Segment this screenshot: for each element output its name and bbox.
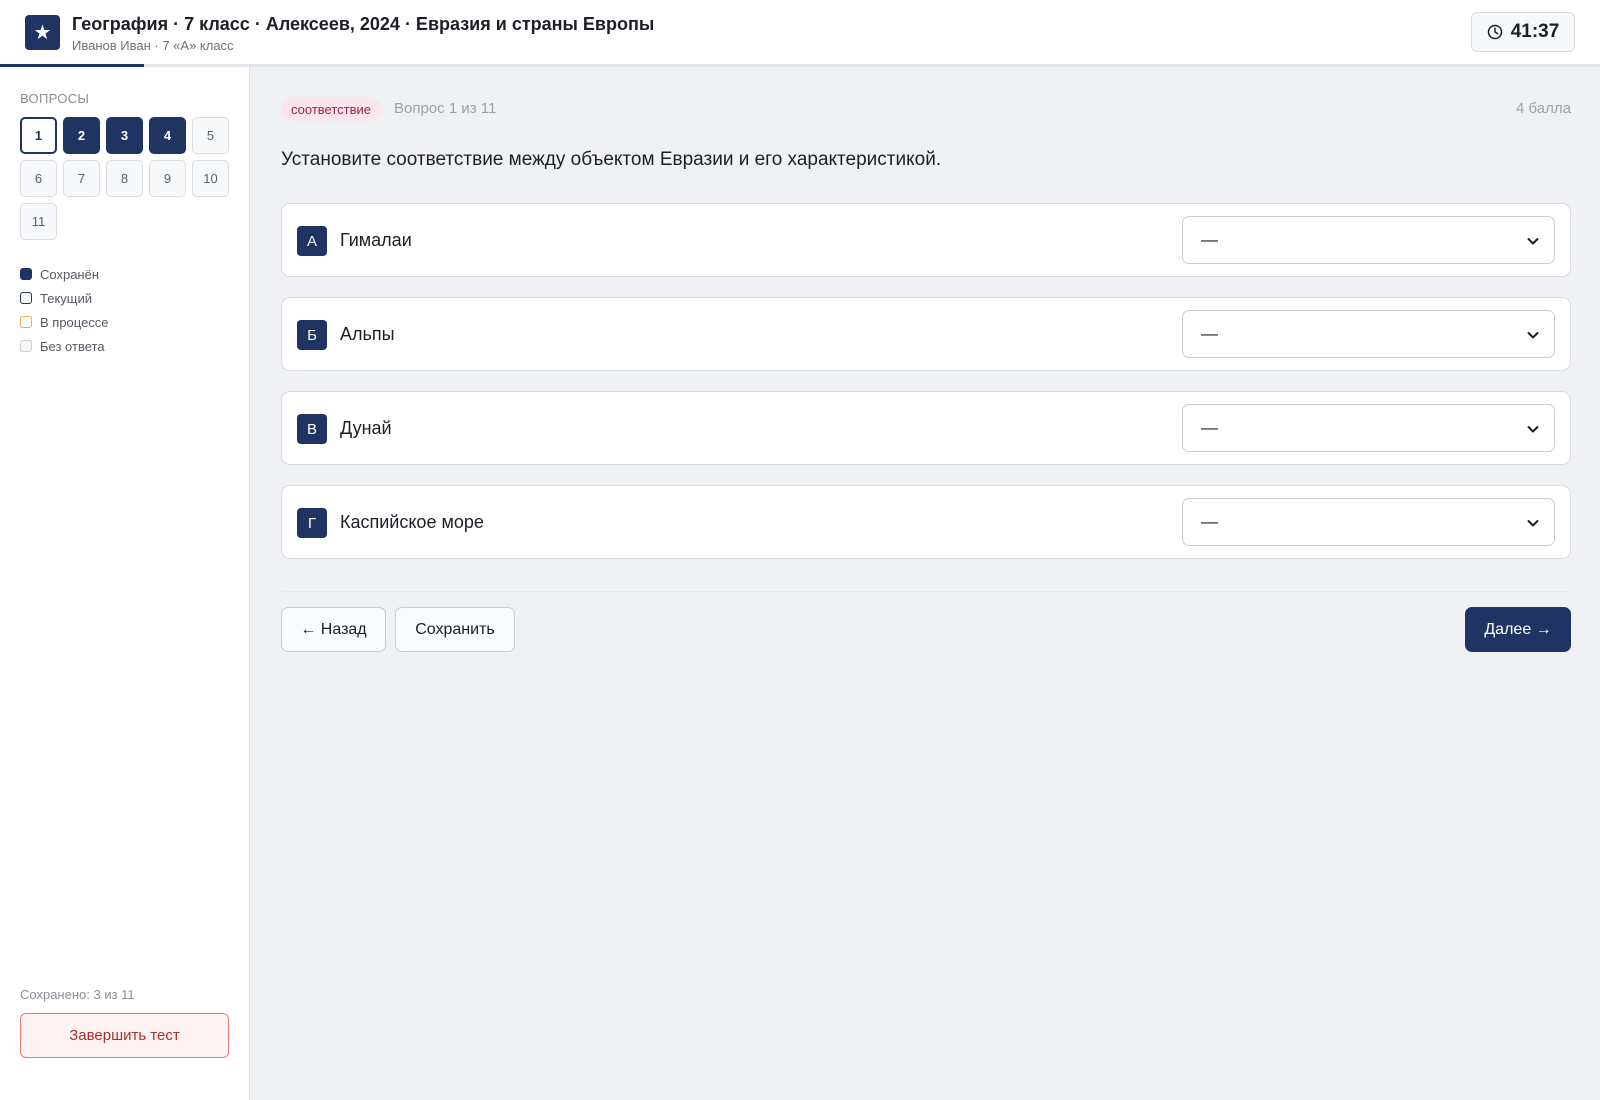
student-info: Иванов Иван · 7 «А» класс <box>72 38 234 53</box>
nav-divider <box>281 591 1571 592</box>
match-row: А Гималаи — <box>281 203 1571 277</box>
select-value: — <box>1201 418 1218 437</box>
legend-saved-label: Сохранён <box>40 266 100 282</box>
match-item-label: Каспийское море <box>340 512 484 532</box>
legend-in-progress-label: В процессе <box>40 314 109 330</box>
question-grid: 1 2 3 4 5 6 7 8 9 10 11 <box>20 117 235 240</box>
question-nav-10[interactable]: 10 <box>192 160 229 197</box>
match-row: Б Альпы — <box>281 297 1571 371</box>
select-value: — <box>1201 512 1218 531</box>
test-title: География · 7 класс · Алексеев, 2024 · Е… <box>72 14 655 34</box>
match-select[interactable]: — <box>1182 498 1555 546</box>
legend-in-progress-swatch <box>20 316 32 328</box>
question-nav-3[interactable]: 3 <box>106 117 143 154</box>
select-value: — <box>1201 230 1218 249</box>
back-button[interactable]: ← Назад <box>281 607 386 652</box>
chevron-down-icon <box>1527 520 1539 527</box>
chevron-down-icon <box>1527 426 1539 433</box>
question-nav-11[interactable]: 11 <box>20 203 57 240</box>
clock-icon <box>1487 24 1502 40</box>
question-nav-5[interactable]: 5 <box>192 117 229 154</box>
sidebar-heading: Вопросы <box>20 91 90 106</box>
saved-count: Сохранено: 3 из 11 <box>20 987 135 1002</box>
legend-in-progress: В процессе <box>20 310 109 334</box>
match-letter: Б <box>297 320 327 350</box>
match-letter: В <box>297 414 327 444</box>
match-select[interactable]: — <box>1182 310 1555 358</box>
match-select[interactable]: — <box>1182 404 1555 452</box>
legend-current-label: Текущий <box>40 290 92 306</box>
question-nav-4[interactable]: 4 <box>149 117 186 154</box>
match-letter: А <box>297 226 327 256</box>
legend-current-swatch <box>20 292 32 304</box>
match-item-label: Гималаи <box>340 230 412 250</box>
match-list: А Гималаи — Б Альпы — В Дунай — Г Каспий… <box>281 203 1571 579</box>
select-value: — <box>1201 324 1218 343</box>
chevron-down-icon <box>1527 238 1539 245</box>
question-number: Вопрос 1 из 11 <box>394 100 497 117</box>
legend-empty-swatch <box>20 340 32 352</box>
question-nav-9[interactable]: 9 <box>149 160 186 197</box>
next-button[interactable]: Далее → <box>1465 607 1571 652</box>
match-item-label: Альпы <box>340 324 395 344</box>
legend-empty-label: Без ответа <box>40 338 105 354</box>
legend-saved: Сохранён <box>20 262 109 286</box>
question-nav-7[interactable]: 7 <box>63 160 100 197</box>
question-nav-8[interactable]: 8 <box>106 160 143 197</box>
finish-test-button[interactable]: Завершить тест <box>20 1013 229 1058</box>
question-sidebar: Вопросы 1 2 3 4 5 6 7 8 9 10 11 Сохранён Текущий В… <box>0 67 250 1100</box>
question-nav-1[interactable]: 1 <box>20 117 57 154</box>
question-points: 4 балла <box>1516 100 1571 117</box>
star-logo-icon: ★ <box>25 15 60 50</box>
status-legend: Сохранён Текущий В процессе Без ответа <box>20 262 109 358</box>
top-header: ★ География · 7 класс · Алексеев, 2024 ·… <box>0 0 1600 67</box>
question-type-tag: соответствие <box>281 97 381 121</box>
question-text: Установите соответствие между объектом Е… <box>281 149 942 170</box>
match-letter: Г <box>297 508 327 538</box>
legend-saved-swatch <box>20 268 32 280</box>
chevron-down-icon <box>1527 332 1539 339</box>
legend-empty: Без ответа <box>20 334 109 358</box>
question-nav-6[interactable]: 6 <box>20 160 57 197</box>
legend-current: Текущий <box>20 286 109 310</box>
match-row: Г Каспийское море — <box>281 485 1571 559</box>
match-item-label: Дунай <box>340 418 392 438</box>
question-nav-2[interactable]: 2 <box>63 117 100 154</box>
timer: 41:37 <box>1471 12 1575 52</box>
match-row: В Дунай — <box>281 391 1571 465</box>
match-select[interactable]: — <box>1182 216 1555 264</box>
timer-value: 41:37 <box>1510 21 1560 42</box>
save-button[interactable]: Сохранить <box>395 607 515 652</box>
